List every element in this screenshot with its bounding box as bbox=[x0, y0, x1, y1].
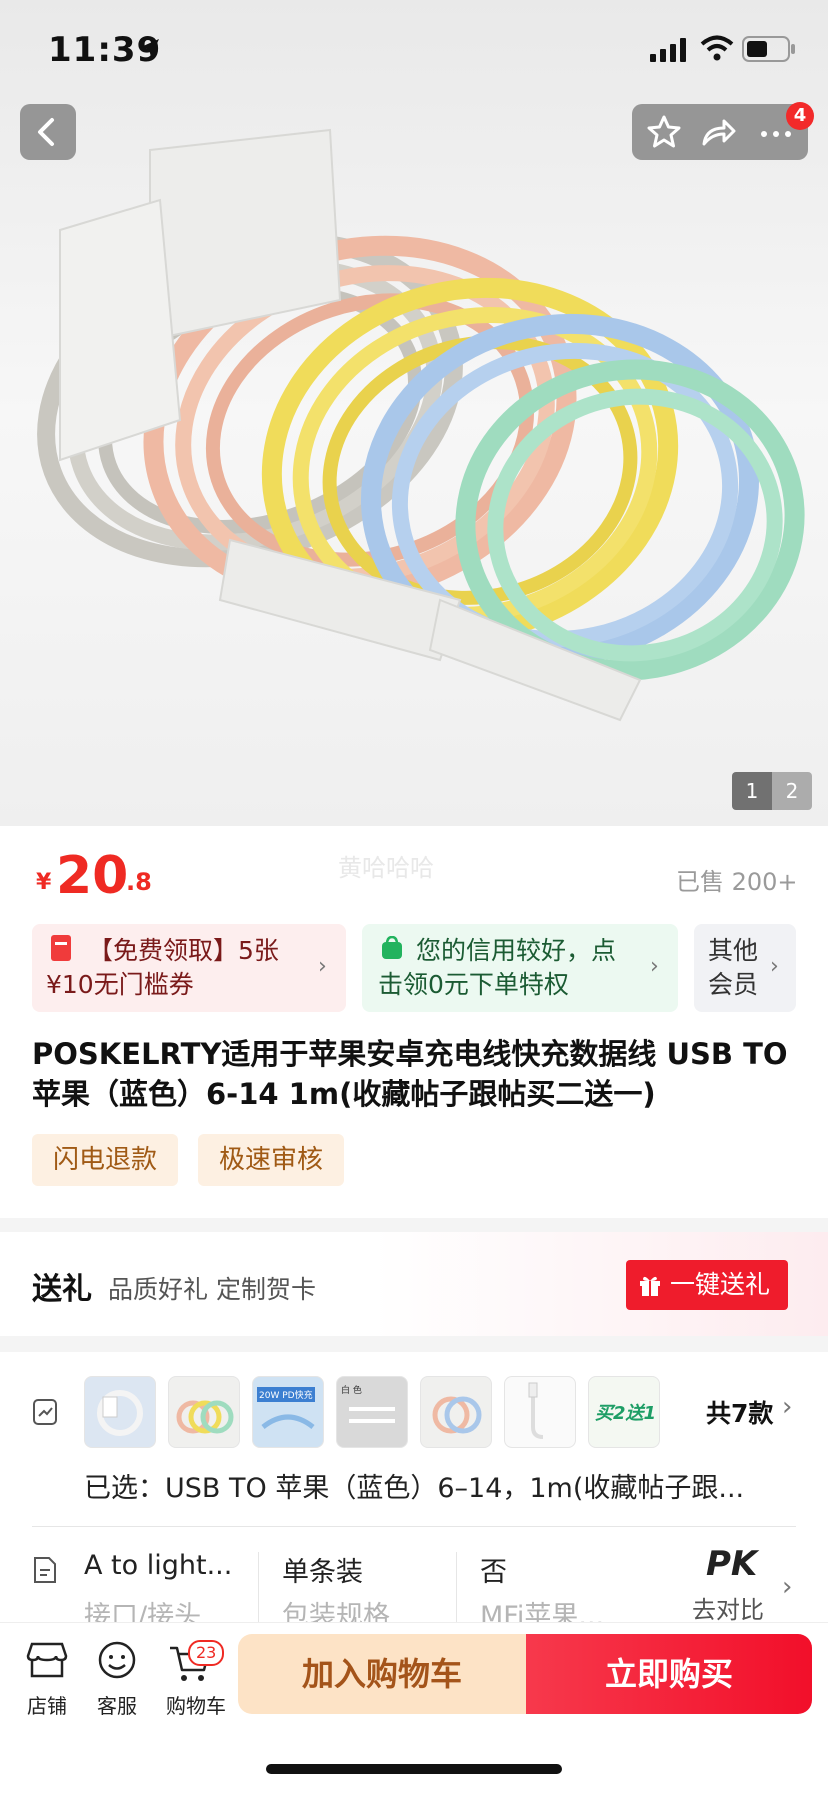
chevron-right-icon: › bbox=[650, 954, 659, 979]
notification-badge: 4 bbox=[786, 102, 814, 130]
variant-cable-image bbox=[528, 1382, 544, 1439]
buy-now-button[interactable]: 立即购买 bbox=[526, 1634, 812, 1714]
tag-fast-review: 极速审核 bbox=[198, 1134, 344, 1186]
variant-thumb-label: 白 色 bbox=[341, 1386, 362, 1396]
send-gift-label: 一键送礼 bbox=[670, 1270, 771, 1299]
credit-privilege-card[interactable]: 您的信用较好，点 击领0元下单特权 › bbox=[362, 924, 678, 1012]
spec-divider bbox=[258, 1552, 259, 1622]
watermark: 黄哈哈哈 bbox=[338, 854, 434, 882]
spec-value: 单条装 bbox=[282, 1557, 363, 1588]
gift-title: 送礼 bbox=[32, 1272, 92, 1307]
spec-value: A to light... bbox=[84, 1550, 233, 1581]
variant-thumb-1[interactable] bbox=[84, 1376, 156, 1448]
add-to-cart-button[interactable]: 加入购物车 bbox=[238, 1634, 526, 1714]
credit-line2: 击领0元下单特权 bbox=[378, 970, 569, 999]
cart-label[interactable]: 购物车 bbox=[156, 1690, 236, 1719]
variant-thumb-5[interactable] bbox=[420, 1376, 492, 1448]
variant-thumb-label: 买2送1 bbox=[595, 1403, 657, 1424]
price-currency: ¥ bbox=[36, 870, 52, 895]
member-line2: 会员 bbox=[708, 970, 759, 999]
chevron-right-icon: › bbox=[770, 954, 779, 979]
service-label[interactable]: 客服 bbox=[82, 1690, 152, 1719]
spec-selector-icon bbox=[33, 1399, 57, 1425]
compare-pk[interactable]: PK bbox=[706, 1544, 757, 1584]
variant-count[interactable]: 共7款 bbox=[706, 1394, 773, 1430]
chevron-left-icon bbox=[38, 118, 54, 146]
share-icon[interactable] bbox=[694, 108, 742, 156]
price-integer: 20 bbox=[56, 846, 129, 906]
variant-cable-image bbox=[176, 1400, 234, 1434]
gallery-page-1[interactable]: 1 bbox=[732, 772, 772, 810]
spec-divider bbox=[456, 1552, 457, 1622]
shopping-bag-icon bbox=[382, 936, 402, 959]
chevron-right-icon: › bbox=[318, 954, 327, 979]
wifi-icon bbox=[700, 35, 734, 61]
back-button[interactable] bbox=[20, 104, 76, 160]
gallery-page-2[interactable]: 2 bbox=[772, 772, 812, 810]
other-member-card[interactable]: 其他 会员 › bbox=[694, 924, 796, 1012]
gift-icon bbox=[640, 1276, 660, 1296]
battery-icon bbox=[742, 36, 795, 62]
member-line1: 其他 bbox=[708, 936, 759, 965]
variant-thumb-7[interactable]: 买2送1 bbox=[588, 1376, 660, 1448]
variant-thumb-6[interactable] bbox=[504, 1376, 576, 1448]
coupon-line1: 【免费领取】5张 bbox=[88, 936, 279, 965]
variant-cable-image bbox=[97, 1390, 143, 1436]
divider bbox=[32, 1526, 796, 1527]
gift-subtitle: 品质好礼 定制贺卡 bbox=[108, 1275, 316, 1304]
favorite-star-icon[interactable] bbox=[640, 108, 688, 156]
send-gift-button[interactable]: 一键送礼 bbox=[626, 1260, 788, 1310]
store-icon[interactable] bbox=[26, 1640, 68, 1680]
sold-count: 已售 200+ bbox=[676, 868, 798, 896]
location-arrow-icon bbox=[141, 39, 159, 57]
customer-service-icon[interactable] bbox=[96, 1640, 138, 1682]
coupon-line2: ¥10无门槛券 bbox=[46, 970, 194, 999]
credit-line1: 您的信用较好，点 bbox=[416, 936, 617, 965]
tag-flash-refund: 闪电退款 bbox=[32, 1134, 178, 1186]
store-label[interactable]: 店铺 bbox=[12, 1690, 82, 1719]
chevron-right-icon: › bbox=[782, 1392, 793, 1422]
selected-variant[interactable]: 已选：USB TO 苹果（蓝色）6–14，1m(收藏帖子跟... bbox=[84, 1466, 764, 1505]
variant-thumb-4[interactable]: 白 色 bbox=[336, 1376, 408, 1448]
chevron-right-icon: › bbox=[782, 1572, 793, 1602]
compare-label[interactable]: 去对比 bbox=[692, 1590, 764, 1625]
home-indicator bbox=[266, 1764, 562, 1774]
variant-thumb-2[interactable] bbox=[168, 1376, 240, 1448]
product-title: POSKELRTY适用于苹果安卓充电线快充数据线 USB TO 苹果（蓝色）6-… bbox=[32, 1037, 788, 1111]
variant-thumb-label: 20W PD快充 bbox=[257, 1387, 315, 1402]
cellular-signal-icon bbox=[650, 38, 686, 62]
document-icon bbox=[34, 1557, 56, 1583]
coupon-icon bbox=[51, 935, 71, 961]
cart-count-badge: 23 bbox=[188, 1640, 225, 1666]
variant-thumb-3[interactable]: 20W PD快充 bbox=[252, 1376, 324, 1448]
coupon-card[interactable]: 【免费领取】5张 ¥10无门槛券 › bbox=[32, 924, 346, 1012]
price-decimal: .8 bbox=[126, 868, 152, 896]
variant-cable-image bbox=[432, 1396, 482, 1434]
spec-value: 否 bbox=[480, 1557, 507, 1588]
